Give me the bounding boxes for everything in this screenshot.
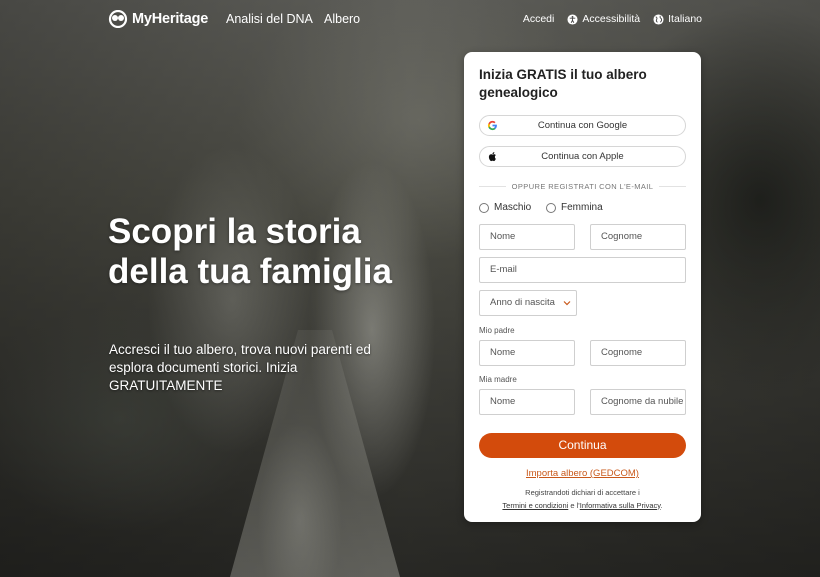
birth-year-select[interactable]: Anno di nascita [479, 290, 577, 316]
login-link[interactable]: Accedi [523, 13, 555, 25]
email-input[interactable]: E-mail [479, 257, 686, 283]
divider-text: OPPURE REGISTRATI CON L'E-MAIL [511, 181, 654, 191]
language-selector[interactable]: Italiano [653, 13, 702, 25]
logo[interactable]: MyHeritage [108, 10, 208, 28]
father-last-name-input[interactable]: Cognome [590, 340, 686, 366]
apple-button-label: Continua con Apple [541, 151, 624, 162]
terms-notice: Registrandoti dichiari di accettare i Te… [479, 487, 686, 512]
signup-title: Inizia GRATIS il tuo albero genealogico [479, 67, 647, 100]
apple-icon [488, 152, 496, 162]
language-label: Italiano [668, 13, 702, 25]
last-name-input[interactable]: Cognome [590, 224, 686, 250]
nav-right-group: Accedi Accessibilità Italiano [523, 13, 702, 25]
terms-and: e l' [570, 500, 580, 510]
birth-year-label: Anno di nascita [490, 297, 555, 308]
terms-prefix: Registrandoti dichiari di accettare i [525, 488, 640, 497]
google-icon [487, 120, 497, 131]
divider-line [659, 185, 686, 187]
login-label: Accedi [522, 13, 555, 25]
gender-female-option[interactable]: Femmina [546, 202, 603, 213]
mother-first-name-input[interactable]: Nome [479, 389, 575, 415]
apple-signin-button[interactable]: Continua con Apple [479, 146, 686, 167]
divider-line [479, 185, 506, 187]
gender-male-label: Maschio [494, 202, 532, 213]
terms-suffix: . [660, 500, 663, 510]
father-section-label: Mio padre [479, 326, 515, 335]
top-navigation: MyHeritage Analisi del DNA Albero Accedi… [0, 0, 820, 38]
chevron-down-icon [563, 301, 571, 306]
accessibility-link[interactable]: Accessibilità [567, 13, 640, 25]
first-name-input[interactable]: Nome [479, 224, 575, 250]
radio-female[interactable] [546, 202, 556, 213]
accessibility-icon [567, 13, 578, 25]
gender-female-label: Femmina [561, 202, 603, 213]
father-first-name-input[interactable]: Nome [479, 340, 575, 366]
mother-maiden-name-input[interactable]: Cognome da nubile [590, 389, 686, 415]
hero-subtitle: Accresci il tuo albero, trova nuovi pare… [109, 342, 371, 393]
email-divider: OPPURE REGISTRATI CON L'E-MAIL [479, 180, 686, 192]
radio-male[interactable] [479, 202, 489, 213]
gender-male-option[interactable]: Maschio [479, 202, 531, 213]
accessibility-label: Accessibilità [582, 13, 641, 25]
google-signin-button[interactable]: Continua con Google [479, 115, 686, 136]
globe-icon [653, 13, 664, 25]
privacy-link[interactable]: Informativa sulla Privacy [580, 501, 661, 510]
signup-card: Inizia GRATIS il tuo albero genealogico … [464, 52, 701, 522]
mother-section-label: Mia madre [479, 375, 517, 384]
nav-dna-link[interactable]: Analisi del DNA [226, 12, 313, 26]
nav-tree-link[interactable]: Albero [324, 12, 360, 26]
logo-text: MyHeritage [132, 11, 209, 27]
continue-button[interactable]: Continua [479, 433, 686, 458]
google-button-label: Continua con Google [537, 120, 628, 131]
myheritage-logo-icon [108, 10, 128, 28]
terms-link[interactable]: Termini e condizioni [502, 501, 568, 510]
hero-title: Scopri la storia della tua famiglia [108, 212, 392, 291]
import-gedcom-link[interactable]: Importa albero (GEDCOM) [479, 468, 686, 479]
